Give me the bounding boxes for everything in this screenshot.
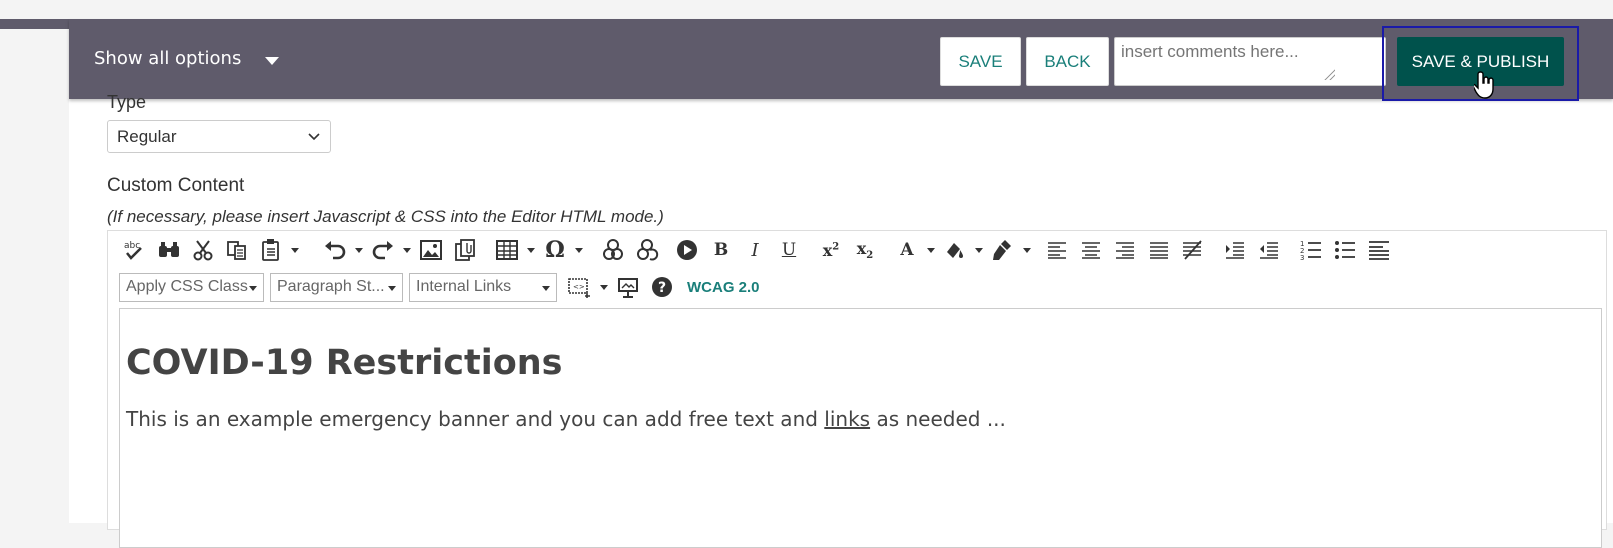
italic-icon[interactable]: I [738, 234, 772, 266]
indent-icon[interactable] [1252, 234, 1286, 266]
paste-icon[interactable] [254, 234, 288, 266]
svg-text:?: ? [658, 280, 666, 296]
apply-css-class-label: Apply CSS Class [126, 277, 248, 295]
format-stripper-dropdown-icon[interactable] [1020, 234, 1034, 266]
show-all-options-toggle[interactable]: Show all options [94, 48, 280, 69]
svg-text:<>: <> [573, 283, 585, 291]
internal-links-label: Internal Links [416, 277, 512, 295]
paragraph-text-end: as needed ... [870, 407, 1006, 431]
content-link[interactable]: links [824, 407, 870, 431]
custom-content-label: Custom Content [107, 175, 245, 196]
redo-dropdown-icon[interactable] [400, 234, 414, 266]
horizontal-rule-icon[interactable] [1362, 234, 1396, 266]
unlink-icon[interactable] [630, 234, 664, 266]
font-color-icon[interactable]: A [890, 234, 924, 266]
undo-icon[interactable] [318, 234, 352, 266]
editor-content-area[interactable]: COVID-19 Restrictions This is an example… [119, 308, 1602, 548]
chevron-down-icon [249, 285, 257, 291]
media-icon[interactable] [670, 234, 704, 266]
internal-links-dropdown[interactable]: Internal Links [409, 272, 557, 302]
type-select[interactable]: Regular [107, 120, 331, 153]
paragraph-style-dropdown[interactable]: Paragraph St... [270, 272, 403, 302]
wcag-checker-button[interactable]: WCAG 2.0 [687, 279, 760, 296]
justify-icon[interactable] [1142, 234, 1176, 266]
caret-down-icon [265, 56, 280, 65]
highlight-icon[interactable] [938, 234, 972, 266]
svg-text:3: 3 [1300, 254, 1304, 261]
hand-cursor-icon [1474, 71, 1494, 99]
undo-dropdown-icon[interactable] [352, 234, 366, 266]
link-icon[interactable] [596, 234, 630, 266]
remove-alignment-icon[interactable] [1176, 234, 1210, 266]
align-left-icon[interactable] [1040, 234, 1074, 266]
align-right-icon[interactable] [1108, 234, 1142, 266]
special-char-icon[interactable]: Ω [538, 234, 572, 266]
align-center-icon[interactable] [1074, 234, 1108, 266]
template-manager-dropdown-icon[interactable] [597, 271, 611, 303]
show-all-options-label: Show all options [94, 48, 242, 69]
document-manager-icon[interactable] [448, 234, 482, 266]
custom-content-hint: (If necessary, please insert Javascript … [107, 207, 664, 226]
paragraph-style-label: Paragraph St... [277, 277, 385, 295]
find-icon[interactable] [152, 234, 186, 266]
left-edge [0, 19, 69, 29]
paragraph-text: This is an example emergency banner and … [126, 407, 825, 431]
image-icon[interactable] [414, 234, 448, 266]
top-strip [0, 0, 1613, 19]
preview-icon[interactable] [611, 271, 645, 303]
cut-icon[interactable] [186, 234, 220, 266]
highlight-dropdown-icon[interactable] [972, 234, 986, 266]
content-paragraph: This is an example emergency banner and … [126, 407, 1595, 431]
chevron-down-icon [542, 285, 550, 291]
format-stripper-icon[interactable] [986, 234, 1020, 266]
apply-css-class-dropdown[interactable]: Apply CSS Class [119, 272, 264, 302]
special-char-dropdown-icon[interactable] [572, 234, 586, 266]
table-icon[interactable] [490, 234, 524, 266]
paste-dropdown-icon[interactable] [288, 234, 302, 266]
font-color-dropdown-icon[interactable] [924, 234, 938, 266]
superscript-icon[interactable]: x2 [814, 234, 848, 266]
spellcheck-icon[interactable]: abc [118, 234, 152, 266]
numbered-list-icon[interactable]: 123 [1294, 234, 1328, 266]
redo-icon[interactable] [366, 234, 400, 266]
editor-toolbar-row-1: abc Ω B I U x2 x2 A 123 [118, 231, 1396, 269]
comments-input[interactable] [1114, 37, 1386, 86]
action-header: Show all options SAVE BACK SAVE & PUBLIS… [69, 19, 1613, 101]
content-heading: COVID-19 Restrictions [126, 343, 563, 383]
chevron-down-icon [388, 285, 396, 291]
back-button[interactable]: BACK [1026, 37, 1109, 86]
resize-grip-icon[interactable] [1323, 68, 1335, 80]
bulleted-list-icon[interactable] [1328, 234, 1362, 266]
underline-icon[interactable]: U [772, 234, 806, 266]
help-icon[interactable]: ? [645, 271, 679, 303]
rich-text-editor: abc Ω B I U x2 x2 A 123 Apply CSS Class … [107, 230, 1607, 548]
template-manager-icon[interactable]: <> [563, 271, 597, 303]
bold-icon[interactable]: B [704, 234, 738, 266]
outdent-icon[interactable] [1218, 234, 1252, 266]
type-label: Type [107, 92, 147, 112]
chevron-down-icon [308, 133, 320, 141]
subscript-icon[interactable]: x2 [848, 234, 882, 266]
type-select-value: Regular [117, 127, 177, 146]
table-dropdown-icon[interactable] [524, 234, 538, 266]
copy-icon[interactable] [220, 234, 254, 266]
editor-toolbar-row-2: Apply CSS Class Paragraph St... Internal… [119, 271, 760, 303]
save-button[interactable]: SAVE [940, 37, 1021, 86]
